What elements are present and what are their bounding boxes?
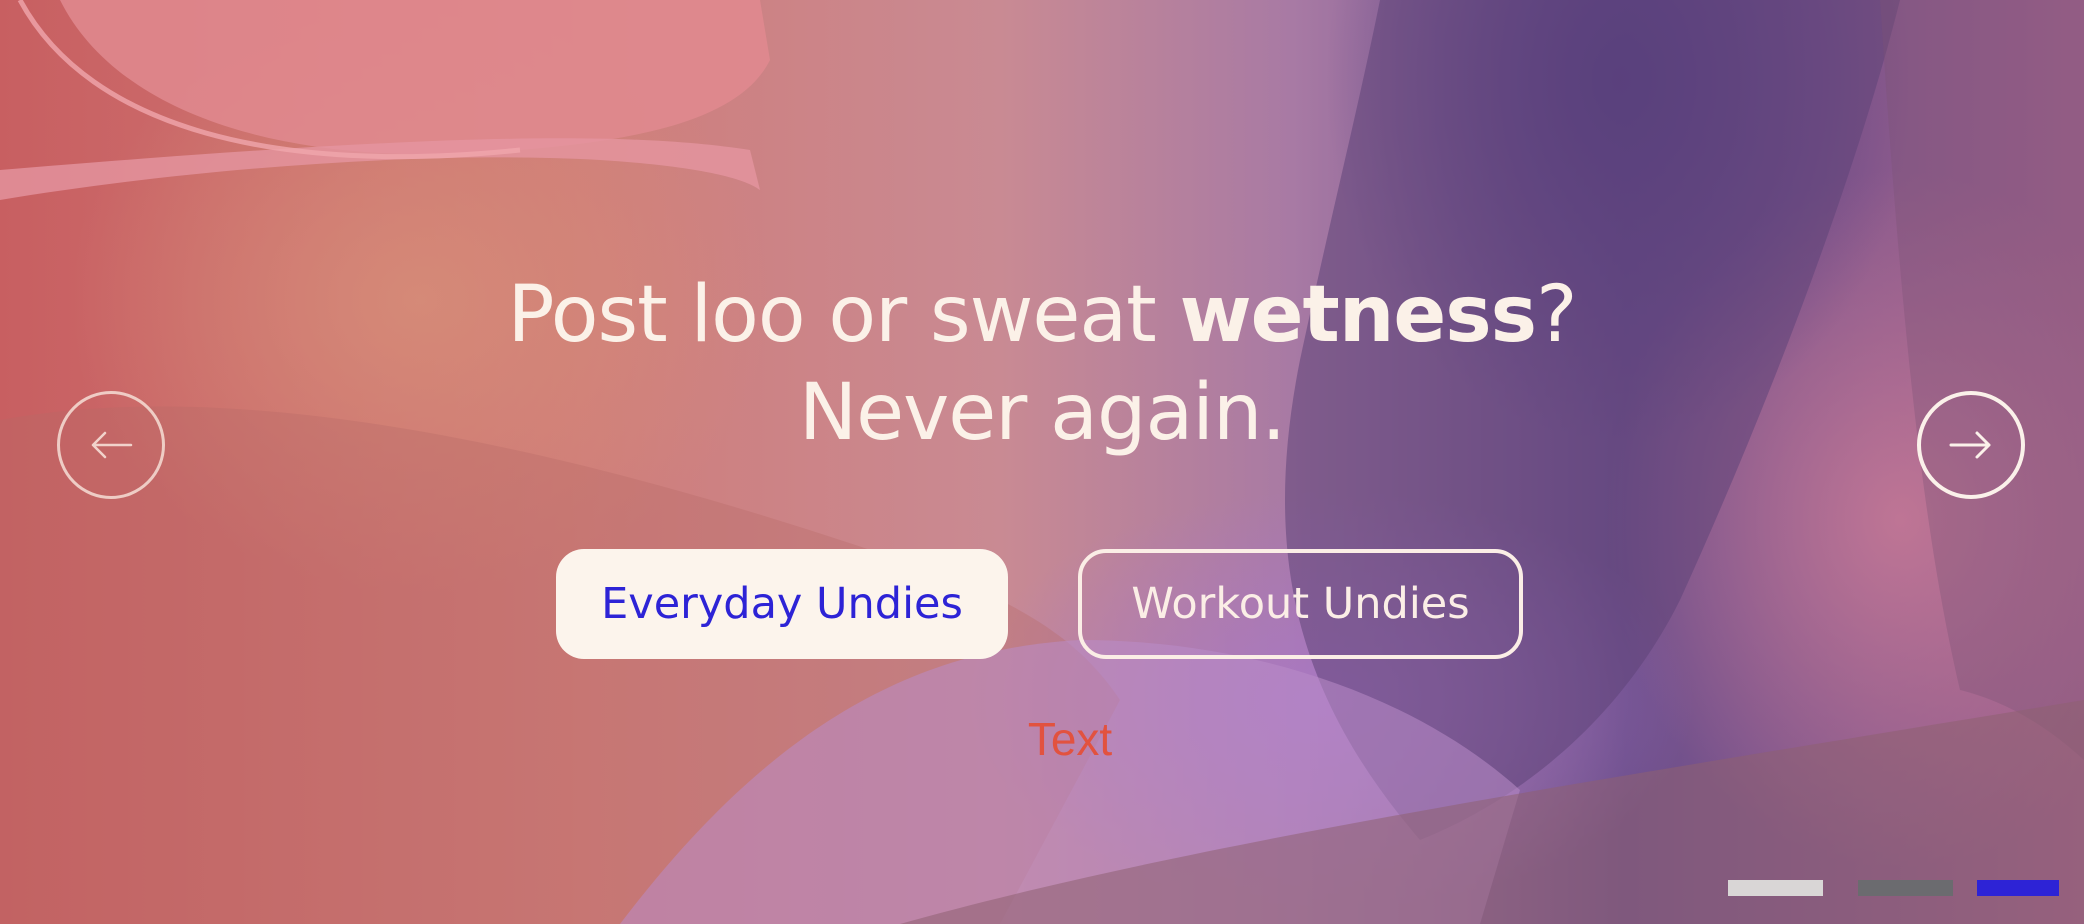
headline-line-1: Post loo or sweat wetness? bbox=[0, 266, 2084, 364]
headline-suffix: ? bbox=[1536, 270, 1577, 360]
headline-line-2: Never again. bbox=[798, 368, 1286, 458]
pagination-dot-2[interactable] bbox=[1858, 880, 1953, 896]
everyday-undies-button[interactable]: Everyday Undies bbox=[556, 549, 1008, 659]
arrow-left-icon bbox=[91, 431, 133, 459]
caption-text: Text bbox=[1027, 713, 1113, 765]
headline-prefix: Post loo or sweat bbox=[507, 270, 1180, 360]
hero-background-image bbox=[0, 0, 2084, 924]
workout-undies-button[interactable]: Workout Undies bbox=[1078, 549, 1523, 659]
hero-headline: Post loo or sweat wetness? Never again. bbox=[0, 266, 2084, 462]
hero-banner: Post loo or sweat wetness? Never again. … bbox=[0, 0, 2084, 924]
headline-emphasis: wetness bbox=[1179, 270, 1538, 360]
next-slide-button[interactable] bbox=[1917, 391, 2025, 499]
arrow-right-icon bbox=[1949, 431, 1991, 459]
previous-slide-button[interactable] bbox=[57, 391, 165, 499]
pagination-dot-1[interactable] bbox=[1728, 880, 1823, 896]
pagination-dot-3[interactable] bbox=[1977, 880, 2059, 896]
